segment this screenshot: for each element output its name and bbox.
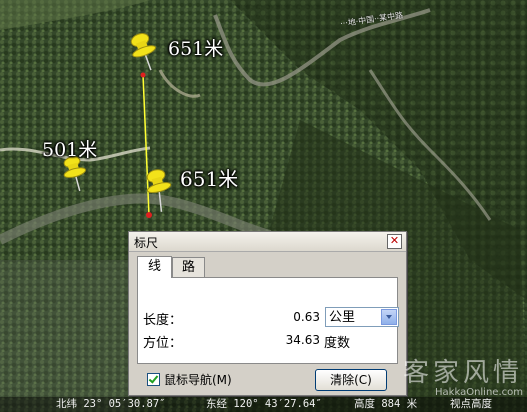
tab-line[interactable]: 线 (137, 256, 172, 278)
pin-label-651-bottom: 651米 (180, 167, 239, 191)
heading-value: 34.63 (285, 333, 320, 347)
measure-start-point[interactable] (140, 72, 146, 78)
watermark: 客家风情 HakkaOnline.com (403, 352, 523, 398)
status-altitude: 高度 884 米 (354, 398, 418, 410)
close-icon[interactable]: ✕ (387, 234, 402, 249)
unit-select[interactable]: 公里 (325, 307, 399, 327)
heading-unit: 度数 (324, 336, 351, 351)
ruler-title: 标尺 (134, 236, 159, 250)
ruler-dialog: 标尺 ✕ 线 路径 长度： 0.63 公里 方位： 34.63 度数 鼠标导航(… (128, 231, 407, 396)
status-bar: 北纬 23° 05′30.87″ 东经 120° 43′27.64″ 高度 88… (0, 397, 527, 412)
watermark-text: 客家风情 (402, 358, 523, 388)
pin-label-501: 501米 (42, 139, 98, 161)
length-label: 长度： (143, 313, 183, 328)
mouse-nav-checkbox-row[interactable]: 鼠标导航(M) (147, 371, 232, 388)
status-latitude: 北纬 23° 05′30.87″ (56, 398, 166, 410)
measure-end-point[interactable] (146, 212, 152, 218)
mouse-nav-label: 鼠标导航(M) (164, 373, 232, 387)
ruler-panel: 长度： 0.63 公里 方位： 34.63 度数 (137, 277, 399, 364)
length-value: 0.63 (293, 310, 320, 324)
heading-label: 方位： (143, 336, 183, 351)
status-eye-altitude: 视点高度 (450, 398, 492, 410)
status-longitude: 东经 120° 43′27.64″ (206, 398, 322, 410)
unit-select-value: 公里 (329, 310, 356, 325)
ruler-titlebar[interactable]: 标尺 ✕ (129, 232, 406, 252)
tab-path[interactable]: 路径 (172, 257, 206, 294)
pin-label-651-top: 651米 (168, 38, 224, 60)
mouse-nav-checkbox[interactable] (147, 373, 160, 386)
chevron-down-icon[interactable] (381, 309, 397, 325)
clear-button[interactable]: 清除(C) (315, 369, 387, 391)
